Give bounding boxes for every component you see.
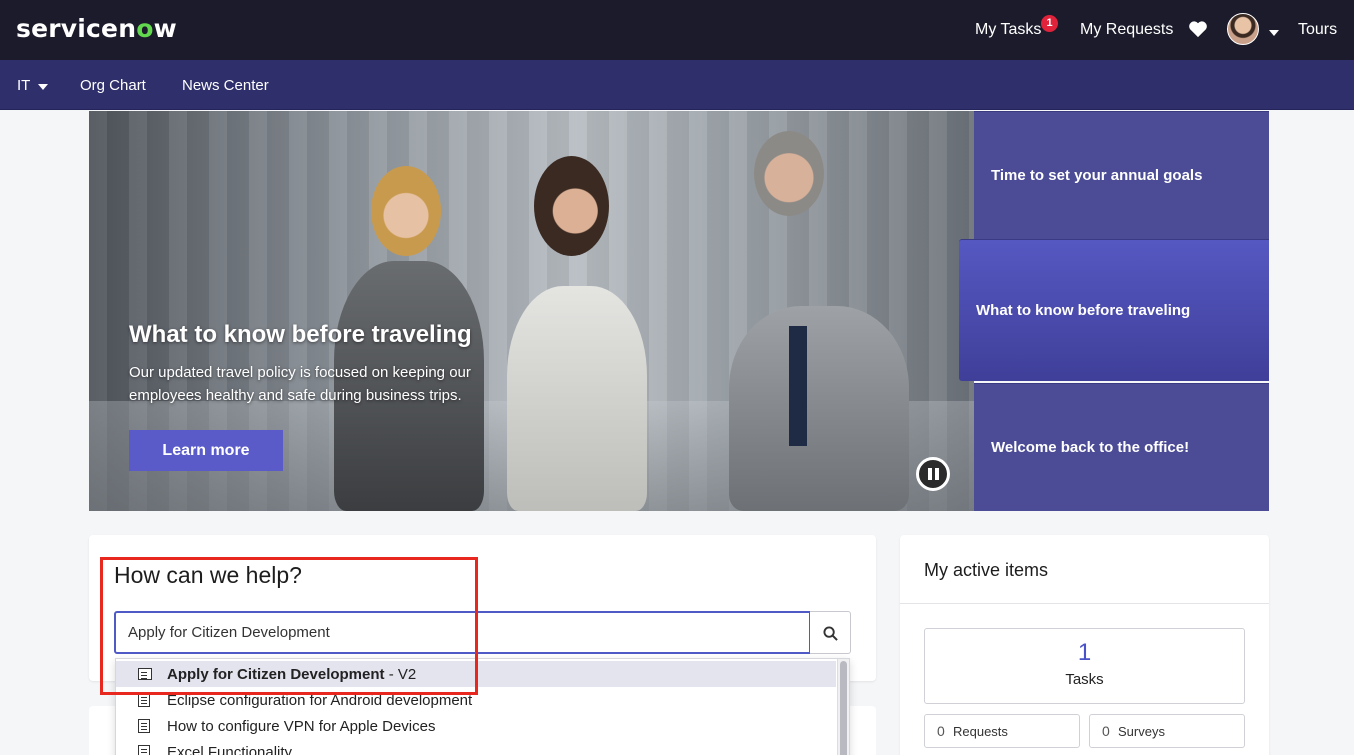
nav-item-news-center[interactable]: News Center — [182, 77, 269, 94]
suggestion-match: Apply for Citizen Development — [167, 666, 385, 683]
requests-label: Requests — [953, 724, 1008, 739]
carousel-tab-label: Time to set your annual goals — [991, 167, 1203, 184]
search-title: How can we help? — [114, 562, 302, 588]
suggestion-item[interactable]: Apply for Citizen Development - V2 — [116, 661, 836, 687]
surveys-count: 0 — [1102, 723, 1110, 739]
search-input[interactable] — [114, 611, 811, 654]
catalog-item-icon — [138, 668, 152, 680]
surveys-label: Surveys — [1118, 724, 1165, 739]
tasks-badge: 1 — [1041, 15, 1058, 32]
suggestion-item[interactable]: Excel Functionality — [116, 739, 836, 755]
search-suggestions: Apply for Citizen Development - V2 Eclip… — [115, 658, 850, 755]
servicenow-logo[interactable]: servicenow — [16, 14, 177, 43]
hero-photo-person — [729, 306, 909, 511]
heart-icon[interactable] — [1188, 20, 1210, 40]
pause-icon[interactable] — [916, 457, 950, 491]
hero-title: What to know before traveling — [129, 321, 472, 348]
active-items-card: My active items 1 Tasks 0 Requests 0 Sur… — [900, 535, 1269, 755]
search-icon — [823, 626, 838, 641]
requests-count: 0 — [937, 723, 945, 739]
search-button[interactable] — [810, 611, 851, 654]
carousel-tab-annual-goals[interactable]: Time to set your annual goals — [974, 111, 1269, 239]
suggestion-item[interactable]: Eclipse configuration for Android develo… — [116, 687, 836, 713]
carousel-tab-label: Welcome back to the office! — [991, 439, 1190, 456]
suggestion-text: Eclipse configuration for Android develo… — [167, 692, 473, 709]
chevron-down-icon[interactable] — [38, 84, 48, 90]
top-header: servicenow My Tasks 1 My Requests Tours — [0, 0, 1354, 60]
my-tasks-link[interactable]: My Tasks — [975, 21, 1041, 39]
suggestion-text: How to configure VPN for Apple Devices — [167, 718, 436, 735]
sub-nav: IT Org Chart News Center — [0, 60, 1354, 110]
suggestion-text: Excel Functionality — [167, 744, 293, 755]
user-avatar[interactable] — [1227, 13, 1259, 45]
article-icon — [138, 719, 150, 733]
hero-description: Our updated travel policy is focused on … — [129, 364, 471, 404]
my-requests-link[interactable]: My Requests — [1080, 21, 1173, 39]
dropdown-scrollbar[interactable] — [837, 659, 849, 755]
suggestion-suffix: - V2 — [384, 666, 417, 683]
active-items-title: My active items — [924, 560, 1049, 580]
tours-link[interactable]: Tours — [1298, 21, 1337, 39]
hero-photo-person — [507, 286, 647, 511]
learn-more-button[interactable]: Learn more — [129, 430, 283, 471]
suggestion-item[interactable]: How to configure VPN for Apple Devices — [116, 713, 836, 739]
tasks-count: 1 — [1077, 639, 1092, 666]
tasks-label: Tasks — [1065, 671, 1104, 688]
nav-item-org-chart[interactable]: Org Chart — [80, 77, 146, 94]
scrollbar-thumb[interactable] — [840, 661, 847, 755]
chevron-down-icon[interactable] — [1269, 30, 1279, 36]
hero-photo-person — [371, 166, 441, 256]
divider — [900, 603, 1269, 604]
article-icon — [138, 745, 150, 755]
hero-photo-person — [534, 156, 609, 256]
hero-photo-person — [754, 131, 824, 216]
carousel-tab-label: What to know before traveling — [976, 302, 1191, 319]
hero-photo-detail — [789, 326, 807, 446]
carousel-tab-traveling[interactable]: What to know before traveling — [959, 239, 1269, 381]
carousel-tab-welcome-back[interactable]: Welcome back to the office! — [974, 383, 1269, 511]
tasks-summary[interactable]: 1 Tasks — [924, 628, 1245, 704]
hero-banner[interactable]: What to know before traveling Our update… — [89, 111, 974, 511]
requests-summary[interactable]: 0 Requests — [924, 714, 1080, 748]
article-icon — [138, 693, 150, 707]
surveys-summary[interactable]: 0 Surveys — [1089, 714, 1245, 748]
nav-item-it[interactable]: IT — [17, 77, 30, 94]
